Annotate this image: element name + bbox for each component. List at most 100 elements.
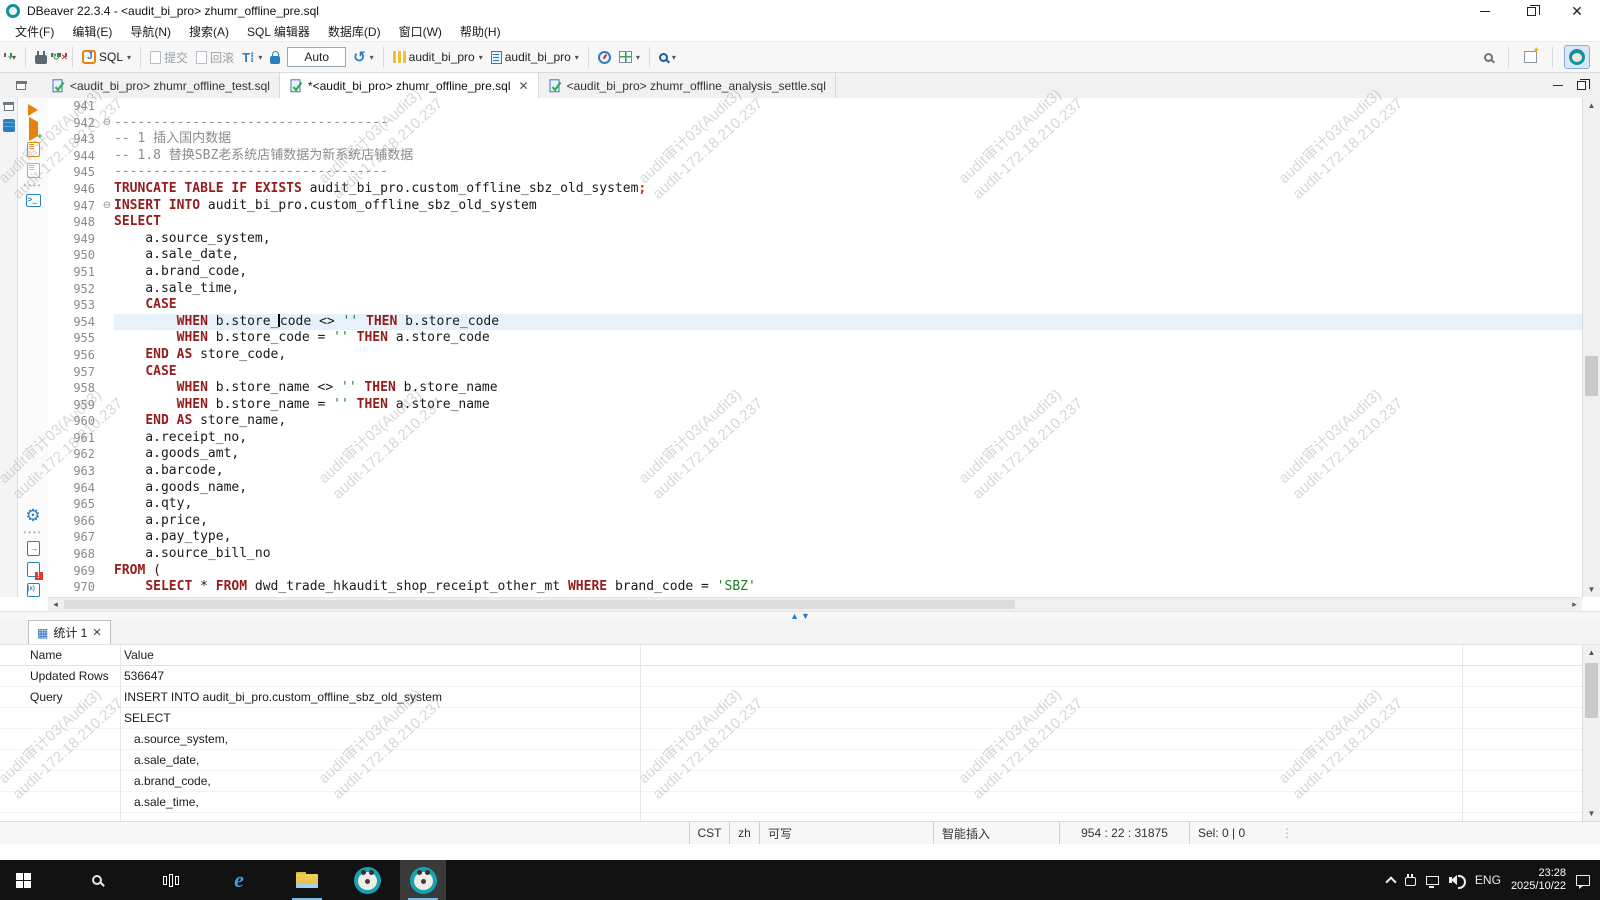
code-line[interactable]: 951 a.brand_code, [48,264,1582,281]
close-icon[interactable]: ✕ [92,626,101,639]
cursor-position-indicator[interactable]: 954 : 22 : 31875 [1059,822,1189,844]
code-line[interactable]: 959 WHEN b.store_name = '' THEN a.store_… [48,397,1582,414]
input-language-indicator[interactable]: ENG [1475,873,1501,887]
writable-indicator[interactable]: 可写 [759,822,933,844]
stats-row[interactable]: a.source_system, [0,729,1600,750]
code-text[interactable]: a.barcode, [114,463,1582,480]
show-hidden-icons-button[interactable] [1385,876,1396,887]
execute-statement-icon[interactable] [28,104,38,116]
autocommit-mode-box[interactable]: Auto [287,47,346,67]
code-text[interactable]: CASE [114,364,1582,381]
script-file-icon[interactable] [27,583,40,597]
menu-item[interactable]: 编辑(E) [63,21,121,42]
minimize-button[interactable] [1462,0,1508,22]
results-vertical-scrollbar[interactable]: ▲ ▼ [1582,645,1600,821]
code-text[interactable]: a.source_bill_no [114,546,1582,563]
task-view-button[interactable] [148,860,194,900]
code-text[interactable]: -- 1 插入国内数据 [114,131,1582,148]
open-view-button[interactable] [1520,48,1541,66]
code-line[interactable]: 956 END AS store_code, [48,347,1582,364]
column-header-value[interactable]: Value [120,645,1600,665]
code-line[interactable]: 962 a.goods_amt, [48,446,1582,463]
editor-horizontal-scrollbar[interactable]: ◂ ▸ [48,597,1582,611]
code-text[interactable]: WHEN b.store_code = '' THEN a.store_code [114,330,1582,347]
code-text[interactable]: -- 1.8 替换SBZ老系统店铺数据为新系统店铺数据 [114,148,1582,165]
dbeaver-taskbar-button[interactable] [344,860,390,900]
scroll-down-icon[interactable]: ▼ [1583,582,1600,597]
column-divider[interactable] [120,645,121,821]
stats-row[interactable]: a.brand_code, [0,771,1600,792]
dashboard-button[interactable] [594,48,615,67]
schema-selector[interactable]: audit_bi_pro▾ [487,47,583,67]
code-text[interactable]: ----------------------------------- [114,115,1582,132]
code-line[interactable]: 960 END AS store_name, [48,413,1582,430]
code-line[interactable]: 966 a.price, [48,513,1582,530]
menu-item[interactable]: 文件(F) [6,21,63,42]
editor-tab[interactable]: <audit_bi_pro> zhumr_offline_analysis_se… [539,73,836,98]
code-text[interactable]: CASE [114,297,1582,314]
code-text[interactable]: a.receipt_no, [114,430,1582,447]
code-line[interactable]: 943-- 1 插入国内数据 [48,131,1582,148]
code-line[interactable]: 965 a.qty, [48,496,1582,513]
close-button[interactable]: ✕ [1554,0,1600,22]
network-icon[interactable] [1426,876,1439,885]
restore-panel-icon[interactable] [4,102,14,111]
code-text[interactable]: END AS store_name, [114,413,1582,430]
code-text[interactable]: WHEN b.store_name <> '' THEN b.store_nam… [114,380,1582,397]
panel-divider[interactable]: ▲ ▼ [0,611,1600,620]
quick-search-button[interactable] [1480,50,1497,65]
code-line[interactable]: 953 CASE [48,297,1582,314]
code-text[interactable]: SELECT * FROM dwd_trade_hkaudit_shop_rec… [114,579,1582,596]
scroll-left-icon[interactable]: ◂ [48,598,63,611]
chevron-down-icon[interactable]: ▾ [127,53,131,62]
transaction-log-button[interactable]: ↺▾ [349,47,378,68]
minimize-editor-icon[interactable] [1553,85,1563,86]
code-line[interactable]: 942⊖----------------------------------- [48,115,1582,132]
code-line[interactable]: 941 [48,98,1582,115]
code-text[interactable]: a.price, [114,513,1582,530]
code-line[interactable]: 970 SELECT * FROM dwd_trade_hkaudit_shop… [48,579,1582,596]
code-line[interactable]: 944-- 1.8 替换SBZ老系统店铺数据为新系统店铺数据 [48,148,1582,165]
execute-new-tab-icon[interactable]: + [29,122,38,136]
restore-panel-icon[interactable] [16,81,26,90]
code-text[interactable]: a.source_system, [114,231,1582,248]
dbeaver-perspective-button[interactable] [1564,45,1590,69]
fold-marker-icon[interactable]: ⊖ [100,115,114,132]
code-line[interactable]: 947⊖INSERT INTO audit_bi_pro.custom_offl… [48,198,1582,215]
stats-row[interactable]: a.sale_time, [0,792,1600,813]
save-file-error-icon[interactable] [27,562,40,577]
disconnect-button[interactable] [31,48,51,67]
code-text[interactable]: ----------------------------------- [114,164,1582,181]
code-text[interactable]: INSERT INTO audit_bi_pro.custom_offline_… [114,198,1582,215]
status-grip[interactable]: ⋮ [1275,822,1300,844]
stats-row[interactable]: Updated Rows536647 [0,666,1600,687]
settings-gear-icon[interactable]: ⚙ [25,508,40,525]
start-button[interactable] [0,860,46,900]
menu-item[interactable]: SQL 编辑器 [238,21,319,42]
commit-button[interactable]: 提交 [146,46,192,69]
code-line[interactable]: 967 a.pay_type, [48,529,1582,546]
transaction-filter-button[interactable]: T⁞▾ [238,48,266,67]
connect-button[interactable]: +▾ [4,50,20,65]
reconnect-button[interactable]: ↻ [51,54,59,60]
scrollbar-thumb[interactable] [1585,356,1598,396]
code-text[interactable]: a.sale_time, [114,281,1582,298]
database-navigator-icon[interactable] [3,119,15,132]
code-line[interactable]: 952 a.sale_time, [48,281,1582,298]
search-dropdown-button[interactable]: ▾ [655,50,680,65]
code-line[interactable]: 950 a.sale_date, [48,247,1582,264]
file-explorer-button[interactable] [284,860,330,900]
code-line[interactable]: 954 WHEN b.store_code <> '' THEN b.store… [48,314,1582,331]
editor-tab[interactable]: <audit_bi_pro> zhumr_offline_test.sql [42,73,280,98]
code-line[interactable]: 961 a.receipt_no, [48,430,1582,447]
scroll-up-icon[interactable]: ▲ [1583,645,1600,660]
scrollbar-thumb[interactable] [64,600,1015,609]
code-line[interactable]: 949 a.source_system, [48,231,1582,248]
sql-code-editor[interactable]: 941942⊖---------------------------------… [48,98,1582,597]
column-divider[interactable] [1462,645,1463,821]
code-line[interactable]: 945----------------------------------- [48,164,1582,181]
menu-item[interactable]: 数据库(D) [319,21,390,42]
code-text[interactable]: END AS store_code, [114,347,1582,364]
scroll-down-icon[interactable]: ▼ [1583,806,1600,821]
collapse-down-icon[interactable]: ▼ [801,612,810,620]
